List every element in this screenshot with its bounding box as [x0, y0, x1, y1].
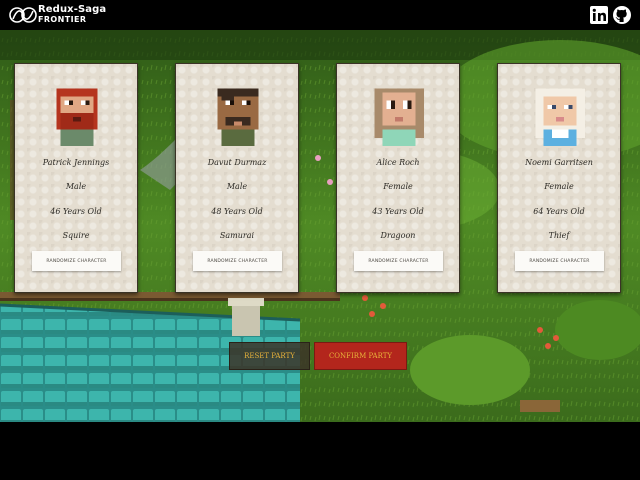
character-gender: Female [383, 182, 413, 191]
bottom-bar [0, 422, 640, 480]
randomize-character-button[interactable]: RANDOMIZE CHARACTER [193, 251, 282, 271]
character-card: Alice Roch Female 43 Years Old Dragoon R… [336, 63, 460, 293]
character-age: 43 Years Old [372, 207, 424, 216]
character-name: Alice Roch [376, 158, 420, 167]
character-age: 48 Years Old [211, 207, 263, 216]
linkedin-icon[interactable] [590, 6, 608, 24]
character-name: Davut Durmaz [207, 158, 267, 167]
character-gender: Male [65, 182, 87, 191]
character-gender: Male [226, 182, 248, 191]
character-portrait [374, 88, 424, 146]
redux-saga-logo-icon [9, 7, 37, 23]
character-card: Noemi Garritsen Female 64 Years Old Thie… [497, 63, 621, 293]
character-card: Davut Durmaz Male 48 Years Old Samurai R… [175, 63, 299, 293]
character-card: Patrick Jennings Male 46 Years Old Squir… [14, 63, 138, 293]
character-name: Noemi Garritsen [525, 158, 593, 167]
character-portrait [217, 88, 259, 146]
character-gender: Female [544, 182, 574, 191]
character-name: Patrick Jennings [42, 158, 110, 167]
character-portrait [56, 88, 98, 146]
character-age: 46 Years Old [50, 207, 102, 216]
randomize-character-button[interactable]: RANDOMIZE CHARACTER [354, 251, 443, 271]
randomize-character-button[interactable]: RANDOMIZE CHARACTER [32, 251, 121, 271]
brand-title: Redux-Saga [38, 4, 107, 15]
character-age: 64 Years Old [533, 207, 585, 216]
character-class: Samurai [219, 231, 255, 240]
character-class: Squire [62, 231, 90, 240]
character-class: Thief [548, 231, 570, 240]
character-class: Dragoon [380, 231, 416, 240]
brand-subtitle: FRONTIER [38, 15, 87, 24]
github-icon[interactable] [613, 6, 631, 24]
confirm-party-button[interactable]: CONFIRM PARTY [314, 342, 407, 370]
character-portrait [535, 88, 585, 146]
randomize-character-button[interactable]: RANDOMIZE CHARACTER [515, 251, 604, 271]
reset-party-button[interactable]: RESET PARTY [229, 342, 310, 370]
top-bar: Redux-Saga FRONTIER [0, 0, 640, 30]
game-scene: Patrick Jennings Male 46 Years Old Squir… [0, 30, 640, 422]
